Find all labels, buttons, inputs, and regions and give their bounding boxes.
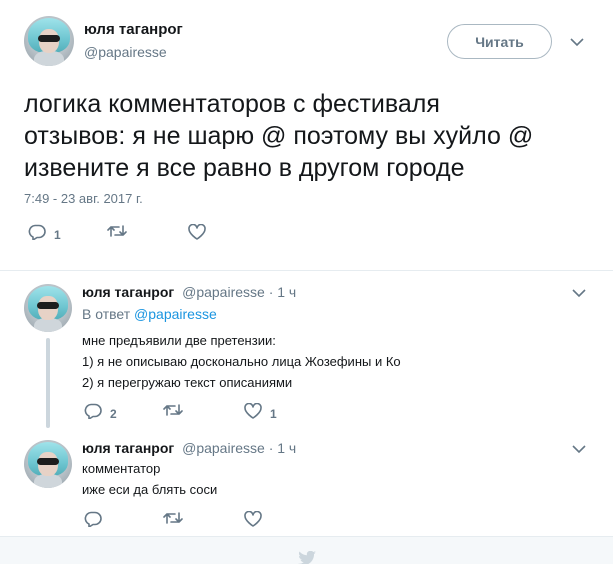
- tweet-actions: [84, 510, 284, 532]
- reply-text-line: мне предъявили две претензии:: [82, 333, 276, 348]
- reply-button[interactable]: 2: [84, 403, 117, 424]
- author-handle[interactable]: @papairesse: [84, 44, 167, 60]
- like-icon: [188, 223, 206, 245]
- reply-icon: [28, 224, 46, 245]
- avatar[interactable]: [24, 440, 72, 488]
- reply-text-line: 1) я не описываю досконально лица Жозефи…: [82, 354, 401, 369]
- retweet-icon: [163, 403, 183, 422]
- reply-text: комментатор иже еси да блять соси: [82, 458, 217, 500]
- avatar[interactable]: [24, 16, 74, 66]
- tweet-text-line: отзывов: я не шарю @ поэтому вы хуйло @: [24, 122, 534, 150]
- author-name[interactable]: юля таганрог: [82, 284, 174, 300]
- retweet-button[interactable]: [107, 224, 127, 243]
- tweet-timestamp[interactable]: 7:49 - 23 авг. 2017 г.: [24, 191, 143, 206]
- like-icon: [244, 510, 262, 532]
- author-handle-time[interactable]: @papairesse · 1 ч: [182, 440, 296, 456]
- reply-text-line: 2) я перегружаю текст описаниями: [82, 375, 293, 390]
- reply-text-line: иже еси да блять соси: [82, 482, 218, 497]
- main-tweet: юля таганрог @papairesse Читать логика к…: [0, 0, 613, 270]
- tweet-text-line: логика комментаторов с фестиваля: [24, 90, 440, 118]
- tweet-text-line: извените я все равно в другом городе: [24, 154, 465, 182]
- like-count: 1: [270, 406, 277, 421]
- in-reply-handle[interactable]: @papairesse: [134, 306, 217, 322]
- reply-text-line: комментатор: [82, 461, 161, 476]
- retweet-button[interactable]: [163, 403, 183, 422]
- twitter-bird-icon: [297, 550, 317, 564]
- like-icon: [244, 402, 262, 424]
- chevron-down-icon[interactable]: [570, 440, 588, 458]
- reply-tweet[interactable]: юля таганрог @papairesse · 1 ч В ответ @…: [0, 270, 613, 430]
- author-handle-time[interactable]: @papairesse · 1 ч: [182, 284, 296, 300]
- tweet-actions: 1: [28, 223, 228, 245]
- avatar[interactable]: [24, 284, 72, 332]
- reply-button[interactable]: 1: [28, 224, 61, 245]
- in-reply-to: В ответ @papairesse: [82, 306, 217, 322]
- footer: [0, 536, 613, 564]
- chevron-down-icon[interactable]: [568, 33, 586, 51]
- tweet-text: логика комментаторов с фестиваля отзывов…: [24, 88, 594, 184]
- reply-icon: [84, 511, 102, 532]
- reply-count: 2: [110, 406, 117, 421]
- reply-button[interactable]: [84, 511, 102, 532]
- like-button[interactable]: 1: [244, 402, 277, 424]
- tweet-actions: 2 1: [84, 402, 284, 424]
- reply-header: юля таганрог @papairesse · 1 ч: [82, 284, 296, 300]
- reply-tweet[interactable]: юля таганрог @papairesse · 1 ч комментат…: [0, 430, 613, 536]
- retweet-button[interactable]: [163, 511, 183, 530]
- like-button[interactable]: [244, 510, 262, 532]
- reply-text: мне предъявили две претензии: 1) я не оп…: [82, 330, 401, 393]
- retweet-icon: [107, 224, 127, 243]
- reply-count: 1: [54, 227, 61, 242]
- reply-icon: [84, 403, 102, 424]
- follow-button[interactable]: Читать: [447, 24, 552, 59]
- chevron-down-icon[interactable]: [570, 284, 588, 302]
- reply-header: юля таганрог @papairesse · 1 ч: [82, 440, 296, 456]
- in-reply-prefix: В ответ: [82, 306, 135, 322]
- like-button[interactable]: [188, 223, 206, 245]
- author-name[interactable]: юля таганрог: [84, 21, 183, 38]
- author-name[interactable]: юля таганрог: [82, 440, 174, 456]
- retweet-icon: [163, 511, 183, 530]
